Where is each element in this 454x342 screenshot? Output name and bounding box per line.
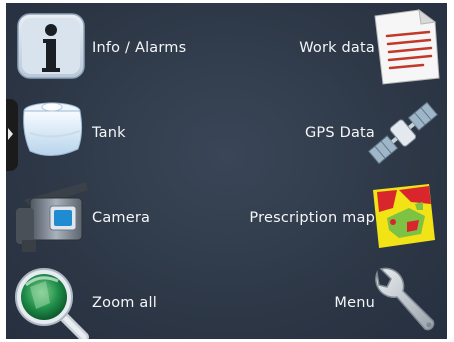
info-alarms-button[interactable]: Info / Alarms (6, 8, 226, 88)
menu-label: Menu (334, 295, 375, 311)
camera-icon (10, 178, 90, 258)
document-icon (363, 8, 443, 88)
tank-label: Tank (92, 125, 126, 141)
info-alarms-label: Info / Alarms (92, 40, 187, 56)
magnifier-icon (10, 263, 90, 339)
main-screen: Info / Alarms Tank Camera Zoom all Work … (6, 3, 447, 339)
gps-data-label: GPS Data (304, 125, 375, 141)
prescription-map-button[interactable]: Prescription map (226, 178, 447, 258)
work-data-label: Work data (299, 40, 375, 56)
map-icon (363, 178, 443, 258)
wrench-icon (363, 263, 443, 339)
tank-icon (10, 93, 90, 173)
info-icon (10, 8, 90, 88)
menu-button[interactable]: Menu (226, 263, 447, 339)
satellite-icon (363, 93, 443, 173)
prescription-map-label: Prescription map (249, 210, 375, 226)
camera-button[interactable]: Camera (6, 178, 226, 258)
gps-data-button[interactable]: GPS Data (226, 93, 447, 173)
camera-label: Camera (92, 210, 151, 226)
zoom-all-button[interactable]: Zoom all (6, 263, 226, 339)
zoom-all-label: Zoom all (92, 295, 157, 311)
side-panel-handle[interactable] (6, 99, 18, 171)
tank-button[interactable]: Tank (6, 93, 226, 173)
work-data-button[interactable]: Work data (226, 8, 447, 88)
